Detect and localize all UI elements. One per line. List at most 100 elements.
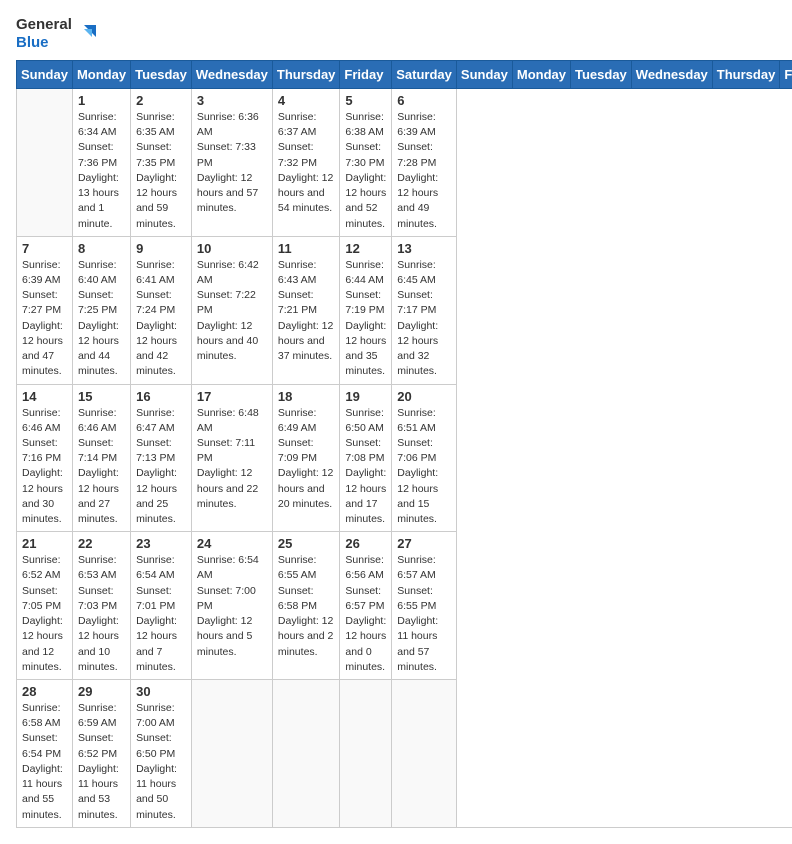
day-info: Sunrise: 6:42 AMSunset: 7:22 PMDaylight:…: [197, 258, 267, 365]
day-number: 10: [197, 241, 267, 256]
logo: General Blue: [16, 16, 96, 52]
day-number: 28: [22, 684, 67, 699]
weekday-header-tuesday: Tuesday: [131, 61, 192, 89]
calendar-cell: 2 Sunrise: 6:35 AMSunset: 7:35 PMDaylight…: [131, 89, 192, 237]
day-info: Sunrise: 6:54 AMSunset: 7:00 PMDaylight:…: [197, 553, 267, 660]
day-info: Sunrise: 6:51 AMSunset: 7:06 PMDaylight:…: [397, 406, 451, 528]
week-row-3: 14 Sunrise: 6:46 AMSunset: 7:16 PMDayligh…: [17, 384, 792, 532]
day-number: 6: [397, 93, 451, 108]
calendar-cell: 28Sunrise: 6:58 AMSunset: 6:54 PMDayligh…: [17, 680, 73, 828]
calendar-cell: 13 Sunrise: 6:45 AMSunset: 7:17 PMDayligh…: [392, 236, 457, 384]
day-number: 22: [78, 536, 125, 551]
calendar-cell: 16Sunrise: 6:47 AMSunset: 7:13 PMDayligh…: [131, 384, 192, 532]
day-info: Sunrise: 6:49 AMSunset: 7:09 PMDaylight:…: [278, 406, 335, 513]
day-number: 19: [345, 389, 386, 404]
calendar-cell: 24 Sunrise: 6:54 AMSunset: 7:00 PMDayligh…: [191, 532, 272, 680]
weekday-header-sunday: Sunday: [17, 61, 73, 89]
calendar-cell: 15 Sunrise: 6:46 AMSunset: 7:14 PMDayligh…: [72, 384, 130, 532]
calendar-cell: 5Sunrise: 6:38 AMSunset: 7:30 PMDaylight…: [340, 89, 392, 237]
weekday-header-saturday: Saturday: [392, 61, 457, 89]
calendar-cell: 1 Sunrise: 6:34 AMSunset: 7:36 PMDaylight…: [72, 89, 130, 237]
day-number: 14: [22, 389, 67, 404]
page-header: General Blue: [16, 16, 776, 52]
weekday-header-thursday: Thursday: [272, 61, 340, 89]
day-number: 29: [78, 684, 125, 699]
day-info: Sunrise: 6:36 AMSunset: 7:33 PMDaylight:…: [197, 110, 267, 217]
calendar-cell: [392, 680, 457, 828]
day-info: Sunrise: 6:46 AMSunset: 7:16 PMDaylight:…: [22, 406, 67, 528]
day-info: Sunrise: 6:37 AMSunset: 7:32 PMDaylight:…: [278, 110, 335, 217]
day-info: Sunrise: 6:45 AMSunset: 7:17 PMDaylight:…: [397, 258, 451, 380]
day-number: 3: [197, 93, 267, 108]
calendar-cell: 8 Sunrise: 6:40 AMSunset: 7:25 PMDaylight…: [72, 236, 130, 384]
day-info: Sunrise: 6:52 AMSunset: 7:05 PMDaylight:…: [22, 553, 67, 675]
calendar-cell: 9 Sunrise: 6:41 AMSunset: 7:24 PMDaylight…: [131, 236, 192, 384]
day-info: Sunrise: 6:39 AMSunset: 7:28 PMDaylight:…: [397, 110, 451, 232]
week-row-5: 28Sunrise: 6:58 AMSunset: 6:54 PMDayligh…: [17, 680, 792, 828]
day-info: Sunrise: 6:35 AMSunset: 7:35 PMDaylight:…: [136, 110, 186, 232]
day-info: Sunrise: 6:55 AMSunset: 6:58 PMDaylight:…: [278, 553, 335, 660]
calendar-cell: 25 Sunrise: 6:55 AMSunset: 6:58 PMDayligh…: [272, 532, 340, 680]
day-info: Sunrise: 6:41 AMSunset: 7:24 PMDaylight:…: [136, 258, 186, 380]
weekday-header-wednesday: Wednesday: [191, 61, 272, 89]
calendar-cell: 6 Sunrise: 6:39 AMSunset: 7:28 PMDaylight…: [392, 89, 457, 237]
day-info: Sunrise: 6:34 AMSunset: 7:36 PMDaylight:…: [78, 110, 125, 232]
day-number: 20: [397, 389, 451, 404]
calendar-cell: 4 Sunrise: 6:37 AMSunset: 7:32 PMDaylight…: [272, 89, 340, 237]
day-number: 17: [197, 389, 267, 404]
calendar-cell: [17, 89, 73, 237]
calendar-cell: 12 Sunrise: 6:44 AMSunset: 7:19 PMDayligh…: [340, 236, 392, 384]
weekday-friday: Friday: [780, 61, 792, 89]
day-info: Sunrise: 6:48 AMSunset: 7:11 PMDaylight:…: [197, 406, 267, 513]
weekday-header-row: SundayMondayTuesdayWednesdayThursdayFrid…: [17, 61, 792, 89]
day-info: Sunrise: 6:57 AMSunset: 6:55 PMDaylight:…: [397, 553, 451, 675]
day-info: Sunrise: 6:47 AMSunset: 7:13 PMDaylight:…: [136, 406, 186, 528]
day-number: 7: [22, 241, 67, 256]
day-info: Sunrise: 6:44 AMSunset: 7:19 PMDaylight:…: [345, 258, 386, 380]
day-number: 5: [345, 93, 386, 108]
calendar-cell: 20 Sunrise: 6:51 AMSunset: 7:06 PMDayligh…: [392, 384, 457, 532]
day-number: 27: [397, 536, 451, 551]
week-row-2: 7 Sunrise: 6:39 AMSunset: 7:27 PMDaylight…: [17, 236, 792, 384]
day-number: 25: [278, 536, 335, 551]
day-number: 23: [136, 536, 186, 551]
day-info: Sunrise: 6:59 AMSunset: 6:52 PMDaylight:…: [78, 701, 125, 823]
day-info: Sunrise: 6:50 AMSunset: 7:08 PMDaylight:…: [345, 406, 386, 528]
day-number: 11: [278, 241, 335, 256]
weekday-tuesday: Tuesday: [571, 61, 632, 89]
day-info: Sunrise: 7:00 AMSunset: 6:50 PMDaylight:…: [136, 701, 186, 823]
day-info: Sunrise: 6:40 AMSunset: 7:25 PMDaylight:…: [78, 258, 125, 380]
day-number: 13: [397, 241, 451, 256]
calendar-cell: 26 Sunrise: 6:56 AMSunset: 6:57 PMDayligh…: [340, 532, 392, 680]
day-number: 18: [278, 389, 335, 404]
day-number: 26: [345, 536, 386, 551]
calendar-cell: 23 Sunrise: 6:54 AMSunset: 7:01 PMDayligh…: [131, 532, 192, 680]
weekday-header-monday: Monday: [72, 61, 130, 89]
day-number: 15: [78, 389, 125, 404]
calendar-cell: 11 Sunrise: 6:43 AMSunset: 7:21 PMDayligh…: [272, 236, 340, 384]
day-number: 30: [136, 684, 186, 699]
day-info: Sunrise: 6:56 AMSunset: 6:57 PMDaylight:…: [345, 553, 386, 675]
day-info: Sunrise: 6:53 AMSunset: 7:03 PMDaylight:…: [78, 553, 125, 675]
weekday-thursday: Thursday: [712, 61, 780, 89]
day-info: Sunrise: 6:39 AMSunset: 7:27 PMDaylight:…: [22, 258, 67, 380]
logo-blue: Blue: [16, 34, 49, 52]
day-number: 24: [197, 536, 267, 551]
day-info: Sunrise: 6:43 AMSunset: 7:21 PMDaylight:…: [278, 258, 335, 365]
day-number: 1: [78, 93, 125, 108]
day-number: 9: [136, 241, 186, 256]
calendar-cell: 22 Sunrise: 6:53 AMSunset: 7:03 PMDayligh…: [72, 532, 130, 680]
calendar-cell: 19 Sunrise: 6:50 AMSunset: 7:08 PMDayligh…: [340, 384, 392, 532]
day-number: 4: [278, 93, 335, 108]
day-number: 21: [22, 536, 67, 551]
day-info: Sunrise: 6:46 AMSunset: 7:14 PMDaylight:…: [78, 406, 125, 528]
day-number: 2: [136, 93, 186, 108]
calendar-cell: 27 Sunrise: 6:57 AMSunset: 6:55 PMDayligh…: [392, 532, 457, 680]
calendar-cell: 7 Sunrise: 6:39 AMSunset: 7:27 PMDaylight…: [17, 236, 73, 384]
day-info: Sunrise: 6:54 AMSunset: 7:01 PMDaylight:…: [136, 553, 186, 675]
calendar-cell: 29 Sunrise: 6:59 AMSunset: 6:52 PMDayligh…: [72, 680, 130, 828]
day-number: 12: [345, 241, 386, 256]
calendar-cell: 21 Sunrise: 6:52 AMSunset: 7:05 PMDayligh…: [17, 532, 73, 680]
day-number: 8: [78, 241, 125, 256]
logo-general: General: [16, 16, 72, 34]
